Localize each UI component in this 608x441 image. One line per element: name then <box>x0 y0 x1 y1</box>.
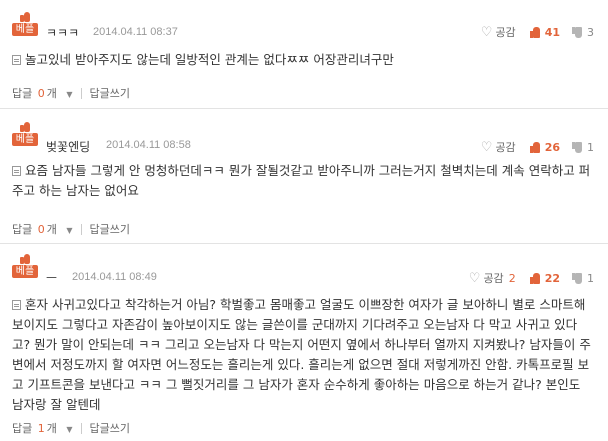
write-reply-link[interactable]: 답글쓰기 <box>90 420 130 436</box>
gong-button[interactable]: ♡ 공감 <box>481 24 516 40</box>
upvote-button[interactable]: 26 <box>529 140 560 154</box>
caret-down-icon: ▼ <box>66 90 73 99</box>
comment-text: 혼자 사귀고있다고 착각하는거 아님? 학벌좋고 몸매좋고 얼굴도 이쁘장한 여… <box>12 297 591 412</box>
comment-date: 2014.04.11 08:58 <box>106 139 191 151</box>
downvote-count: 1 <box>587 140 594 154</box>
reply-bar: 답글 0개 ▼ 답글쓰기 <box>12 221 130 237</box>
caret-down-icon: ▼ <box>66 226 73 235</box>
comment-body: 혼자 사귀고있다고 착각하는거 아님? 학벌좋고 몸매좋고 얼굴도 이쁘장한 여… <box>12 295 594 415</box>
document-icon <box>12 166 21 176</box>
comment-item: 베플 벚꽃엔딩 2014.04.11 08:58 ♡ 공감 26 1 요즘 남자… <box>0 109 608 244</box>
reply-count: 0 <box>37 223 45 236</box>
divider <box>80 223 82 235</box>
downvote-button[interactable]: 1 <box>572 141 594 154</box>
downvote-count: 1 <box>587 271 594 285</box>
reply-count: 1 <box>37 422 45 435</box>
thumbs-down-icon <box>572 26 583 38</box>
reply-toggle[interactable]: 답글 0개 ▼ <box>12 221 73 237</box>
reply-unit: 개 <box>46 223 57 236</box>
caret-down-icon: ▼ <box>66 425 73 434</box>
document-icon <box>12 300 21 310</box>
comment-body: 요즘 남자들 그렇게 안 멍청하던데ㅋㅋ 뭔가 잘될것같고 받아주니까 그러는거… <box>12 161 594 201</box>
gong-label: 공감 <box>483 272 504 285</box>
comment-actions: ♡ 공감 41 3 <box>481 24 594 40</box>
reply-label: 답글 <box>12 87 33 100</box>
document-icon <box>12 55 21 65</box>
reply-bar: 답글 1개 ▼ 답글쓰기 <box>12 420 130 436</box>
comment-actions: ♡ 공감 26 1 <box>481 139 594 155</box>
thumbs-up-icon <box>529 141 541 153</box>
thumbs-down-icon <box>572 141 583 153</box>
comment-text: 놀고있네 받아주지도 않는데 일방적인 관계는 없다ㅉㅉ 어장관리녀구만 <box>25 52 394 67</box>
comment-author[interactable]: ㅡ <box>46 269 57 286</box>
best-reply-badge: 베플 <box>12 122 38 146</box>
divider <box>80 87 82 99</box>
reply-toggle[interactable]: 답글 0개 ▼ <box>12 85 73 101</box>
upvote-button[interactable]: 22 <box>529 271 560 285</box>
upvote-button[interactable]: 41 <box>529 25 560 39</box>
comment-author[interactable]: ㅋㅋㅋ <box>46 24 79 41</box>
reply-label: 답글 <box>12 223 33 236</box>
reply-bar: 답글 0개 ▼ 답글쓰기 <box>12 85 130 101</box>
gong-button[interactable]: ♡ 공감 <box>481 139 516 155</box>
thumbs-up-icon <box>19 122 31 132</box>
upvote-count: 41 <box>544 25 560 39</box>
thumbs-up-icon <box>529 272 541 284</box>
downvote-button[interactable]: 3 <box>572 26 594 39</box>
upvote-count: 22 <box>544 271 560 285</box>
reply-unit: 개 <box>46 87 57 100</box>
reply-label: 답글 <box>12 422 33 435</box>
best-reply-badge: 베플 <box>12 254 38 278</box>
comment-item: 베플 ㅋㅋㅋ 2014.04.11 08:37 ♡ 공감 41 3 놀고있네 받… <box>0 0 608 109</box>
comment-date: 2014.04.11 08:49 <box>72 271 157 283</box>
heart-icon: ♡ <box>480 24 493 40</box>
gong-label: 공감 <box>495 26 516 39</box>
best-badge-label: 베플 <box>12 23 38 36</box>
gong-label: 공감 <box>495 141 516 154</box>
comment-body: 놀고있네 받아주지도 않는데 일방적인 관계는 없다ㅉㅉ 어장관리녀구만 <box>12 50 594 70</box>
comment-item: 베플 ㅡ 2014.04.11 08:49 ♡ 공감 2 22 1 혼자 사귀고… <box>0 244 608 441</box>
write-reply-link[interactable]: 답글쓰기 <box>90 221 130 237</box>
downvote-count: 3 <box>587 25 594 39</box>
comment-author[interactable]: 벚꽃엔딩 <box>46 138 90 155</box>
reply-toggle[interactable]: 답글 1개 ▼ <box>12 420 73 436</box>
thumbs-up-icon <box>529 26 541 38</box>
best-badge-label: 베플 <box>12 265 38 278</box>
reply-count: 0 <box>37 87 45 100</box>
heart-icon: ♡ <box>468 270 481 286</box>
write-reply-link[interactable]: 답글쓰기 <box>90 85 130 101</box>
comment-date: 2014.04.11 08:37 <box>93 26 178 38</box>
upvote-count: 26 <box>544 140 560 154</box>
comment-text: 요즘 남자들 그렇게 안 멍청하던데ㅋㅋ 뭔가 잘될것같고 받아주니까 그러는거… <box>12 163 591 198</box>
thumbs-up-icon <box>19 254 31 264</box>
best-badge-label: 베플 <box>12 133 38 146</box>
thumbs-up-icon <box>19 12 31 22</box>
reply-unit: 개 <box>46 422 57 435</box>
divider <box>80 422 82 434</box>
thumbs-down-icon <box>572 272 583 284</box>
gong-count: 2 <box>508 271 516 285</box>
heart-icon: ♡ <box>480 139 493 155</box>
downvote-button[interactable]: 1 <box>572 272 594 285</box>
gong-button[interactable]: ♡ 공감 2 <box>469 270 516 286</box>
comment-actions: ♡ 공감 2 22 1 <box>469 270 594 286</box>
best-reply-badge: 베플 <box>12 12 38 36</box>
